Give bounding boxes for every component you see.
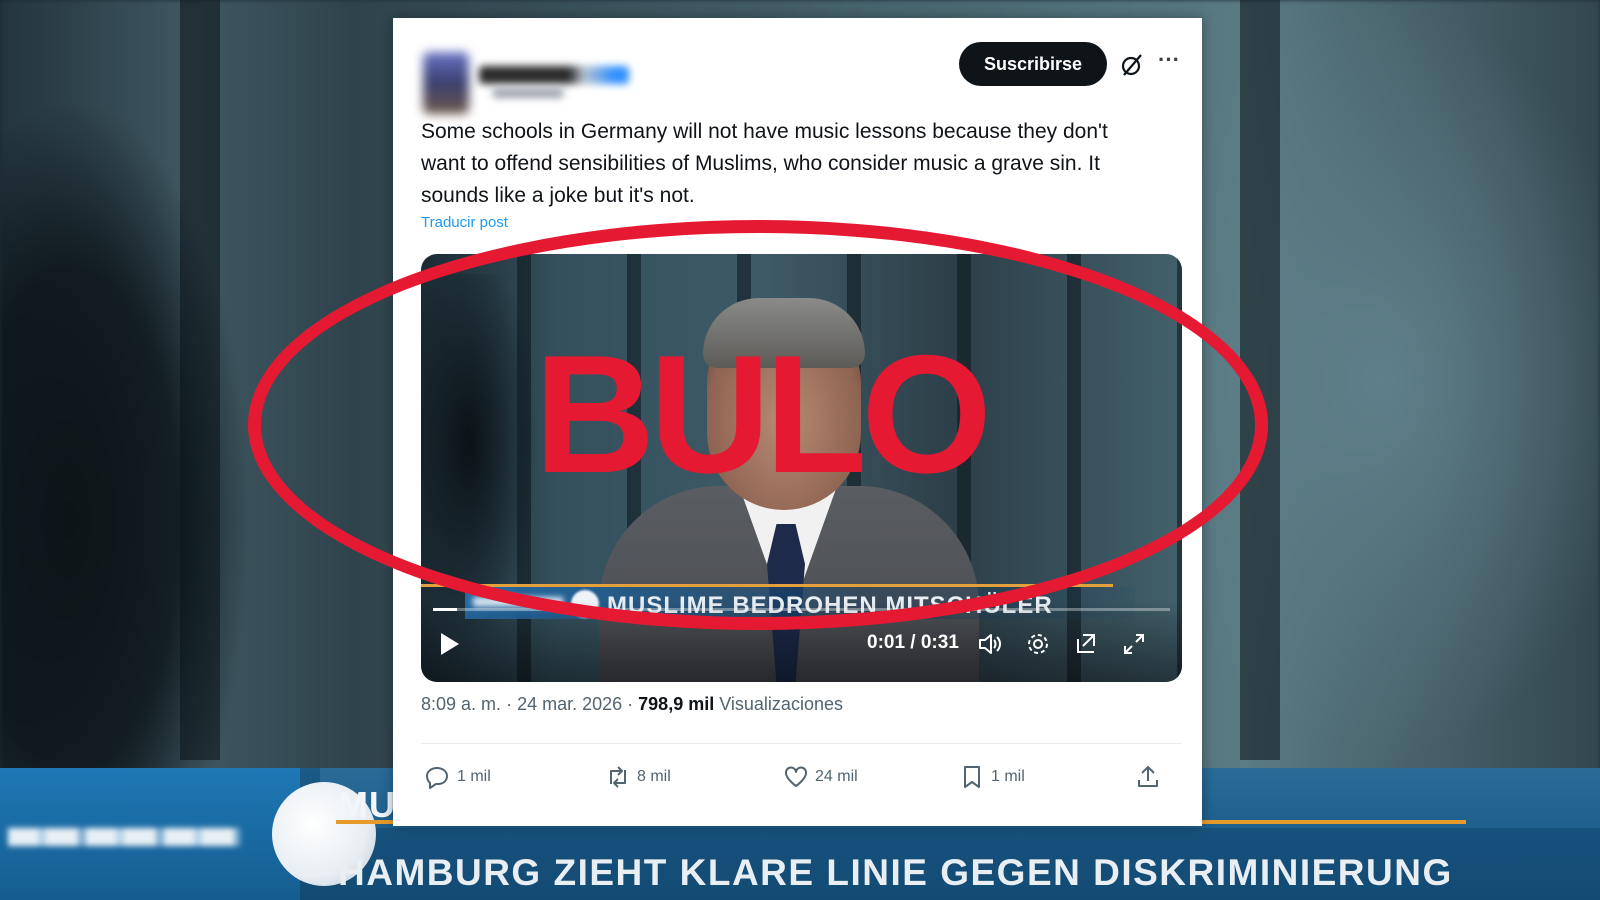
heart-icon <box>785 766 807 787</box>
blurred-channel-logo <box>8 828 240 846</box>
reply-count: 1 mil <box>457 768 491 785</box>
repost-icon <box>610 766 626 788</box>
like-button[interactable]: 24 mil <box>783 764 858 790</box>
translate-link[interactable]: Traducir post <box>421 214 508 231</box>
share-button[interactable] <box>1135 764 1161 790</box>
volume-icon[interactable] <box>977 631 1003 657</box>
repost-count: 8 mil <box>637 768 671 785</box>
tweet-meta: 8:09 a. m. · 24 mar. 2026 · 798,9 mil Vi… <box>421 694 843 714</box>
video-time: 0:01 / 0:31 <box>867 632 959 653</box>
settings-gear-icon[interactable] <box>1025 631 1051 657</box>
grok-icon[interactable] <box>1119 52 1145 78</box>
blurred-display-name[interactable] <box>479 66 629 84</box>
background-pillar <box>180 0 220 760</box>
background-lower-third-headline: HAMBURG ZIEHT KLARE LINIE GEGEN DISKRIMI… <box>338 852 1453 893</box>
more-options-icon[interactable]: ··· <box>1155 49 1183 78</box>
views-count: 798,9 mil <box>638 694 715 714</box>
divider <box>421 743 1182 744</box>
reply-button[interactable]: 1 mil <box>425 764 491 790</box>
hoax-stamp-text: BULO <box>534 320 992 508</box>
repost-button[interactable]: 8 mil <box>605 764 671 790</box>
bookmark-count: 1 mil <box>991 768 1025 785</box>
reply-icon <box>426 767 448 789</box>
tweet-date[interactable]: 24 mar. 2026 <box>517 694 622 714</box>
views-label: Visualizaciones <box>719 694 843 714</box>
bookmark-button[interactable]: 1 mil <box>959 764 1025 790</box>
bookmark-icon <box>964 766 980 788</box>
share-icon <box>1138 766 1158 787</box>
tweet-time[interactable]: 8:09 a. m. <box>421 694 501 714</box>
blurred-handle[interactable] <box>493 88 563 98</box>
play-icon[interactable] <box>435 630 463 658</box>
fullscreen-icon[interactable] <box>1121 631 1147 657</box>
video-progress-fill <box>433 608 457 611</box>
tweet-text: Some schools in Germany will not have mu… <box>421 120 1108 207</box>
subscribe-button[interactable]: Suscribirse <box>959 42 1107 86</box>
like-count: 24 mil <box>815 768 858 785</box>
pip-icon[interactable] <box>1073 631 1099 657</box>
background-lower-third-top-text: MU <box>338 784 396 825</box>
avatar[interactable] <box>423 52 469 114</box>
